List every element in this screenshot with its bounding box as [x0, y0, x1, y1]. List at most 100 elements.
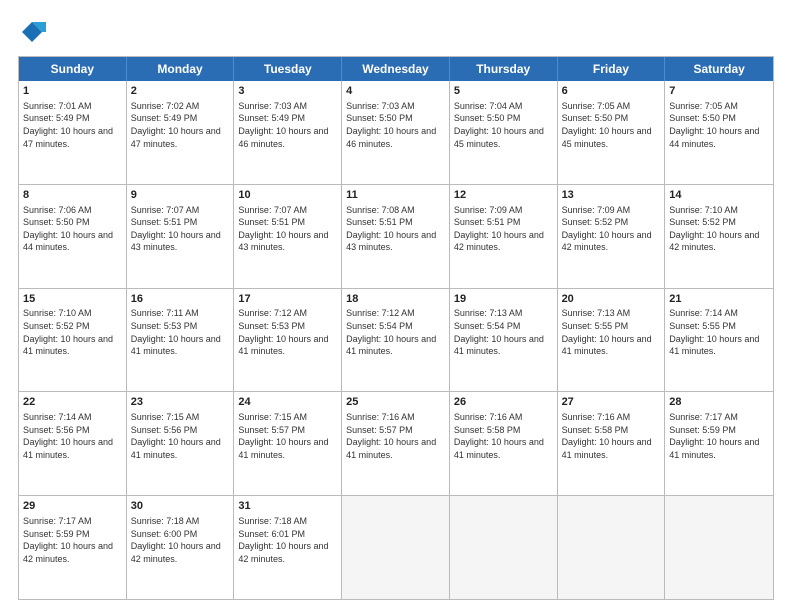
- calendar-cell-1-6: 6Sunrise: 7:05 AM Sunset: 5:50 PM Daylig…: [558, 81, 666, 184]
- calendar-cell-1-1: 1Sunrise: 7:01 AM Sunset: 5:49 PM Daylig…: [19, 81, 127, 184]
- day-number: 25: [346, 395, 445, 410]
- day-number: 24: [238, 395, 337, 410]
- calendar-cell-3-4: 18Sunrise: 7:12 AM Sunset: 5:54 PM Dayli…: [342, 289, 450, 392]
- cell-info: Sunrise: 7:09 AM Sunset: 5:51 PM Dayligh…: [454, 204, 553, 254]
- cell-info: Sunrise: 7:11 AM Sunset: 5:53 PM Dayligh…: [131, 307, 230, 357]
- day-number: 14: [669, 188, 769, 203]
- cell-info: Sunrise: 7:16 AM Sunset: 5:58 PM Dayligh…: [562, 411, 661, 461]
- calendar-cell-1-2: 2Sunrise: 7:02 AM Sunset: 5:49 PM Daylig…: [127, 81, 235, 184]
- day-number: 22: [23, 395, 122, 410]
- cell-info: Sunrise: 7:14 AM Sunset: 5:56 PM Dayligh…: [23, 411, 122, 461]
- cell-info: Sunrise: 7:08 AM Sunset: 5:51 PM Dayligh…: [346, 204, 445, 254]
- cell-info: Sunrise: 7:12 AM Sunset: 5:54 PM Dayligh…: [346, 307, 445, 357]
- calendar-cell-2-6: 13Sunrise: 7:09 AM Sunset: 5:52 PM Dayli…: [558, 185, 666, 288]
- calendar-cell-5-4: [342, 496, 450, 599]
- header-monday: Monday: [127, 57, 235, 81]
- day-number: 12: [454, 188, 553, 203]
- day-number: 23: [131, 395, 230, 410]
- calendar-cell-1-5: 5Sunrise: 7:04 AM Sunset: 5:50 PM Daylig…: [450, 81, 558, 184]
- cell-info: Sunrise: 7:01 AM Sunset: 5:49 PM Dayligh…: [23, 100, 122, 150]
- cell-info: Sunrise: 7:12 AM Sunset: 5:53 PM Dayligh…: [238, 307, 337, 357]
- calendar-cell-2-4: 11Sunrise: 7:08 AM Sunset: 5:51 PM Dayli…: [342, 185, 450, 288]
- day-number: 2: [131, 84, 230, 99]
- calendar-cell-3-6: 20Sunrise: 7:13 AM Sunset: 5:55 PM Dayli…: [558, 289, 666, 392]
- cell-info: Sunrise: 7:16 AM Sunset: 5:57 PM Dayligh…: [346, 411, 445, 461]
- calendar-header: Sunday Monday Tuesday Wednesday Thursday…: [19, 57, 773, 81]
- cell-info: Sunrise: 7:03 AM Sunset: 5:50 PM Dayligh…: [346, 100, 445, 150]
- calendar-week-1: 1Sunrise: 7:01 AM Sunset: 5:49 PM Daylig…: [19, 81, 773, 185]
- day-number: 29: [23, 499, 122, 514]
- cell-info: Sunrise: 7:05 AM Sunset: 5:50 PM Dayligh…: [669, 100, 769, 150]
- cell-info: Sunrise: 7:17 AM Sunset: 5:59 PM Dayligh…: [23, 515, 122, 565]
- cell-info: Sunrise: 7:10 AM Sunset: 5:52 PM Dayligh…: [23, 307, 122, 357]
- day-number: 18: [346, 292, 445, 307]
- day-number: 3: [238, 84, 337, 99]
- cell-info: Sunrise: 7:14 AM Sunset: 5:55 PM Dayligh…: [669, 307, 769, 357]
- logo: [18, 18, 48, 46]
- day-number: 4: [346, 84, 445, 99]
- cell-info: Sunrise: 7:15 AM Sunset: 5:56 PM Dayligh…: [131, 411, 230, 461]
- calendar-cell-5-5: [450, 496, 558, 599]
- calendar-cell-3-7: 21Sunrise: 7:14 AM Sunset: 5:55 PM Dayli…: [665, 289, 773, 392]
- calendar-cell-2-7: 14Sunrise: 7:10 AM Sunset: 5:52 PM Dayli…: [665, 185, 773, 288]
- cell-info: Sunrise: 7:10 AM Sunset: 5:52 PM Dayligh…: [669, 204, 769, 254]
- day-number: 6: [562, 84, 661, 99]
- calendar-week-2: 8Sunrise: 7:06 AM Sunset: 5:50 PM Daylig…: [19, 185, 773, 289]
- header-sunday: Sunday: [19, 57, 127, 81]
- calendar-page: Sunday Monday Tuesday Wednesday Thursday…: [0, 0, 792, 612]
- day-number: 21: [669, 292, 769, 307]
- calendar-cell-2-5: 12Sunrise: 7:09 AM Sunset: 5:51 PM Dayli…: [450, 185, 558, 288]
- calendar-cell-4-5: 26Sunrise: 7:16 AM Sunset: 5:58 PM Dayli…: [450, 392, 558, 495]
- calendar-cell-4-3: 24Sunrise: 7:15 AM Sunset: 5:57 PM Dayli…: [234, 392, 342, 495]
- cell-info: Sunrise: 7:18 AM Sunset: 6:01 PM Dayligh…: [238, 515, 337, 565]
- day-number: 26: [454, 395, 553, 410]
- day-number: 11: [346, 188, 445, 203]
- cell-info: Sunrise: 7:02 AM Sunset: 5:49 PM Dayligh…: [131, 100, 230, 150]
- calendar-cell-1-3: 3Sunrise: 7:03 AM Sunset: 5:49 PM Daylig…: [234, 81, 342, 184]
- day-number: 8: [23, 188, 122, 203]
- calendar-cell-3-1: 15Sunrise: 7:10 AM Sunset: 5:52 PM Dayli…: [19, 289, 127, 392]
- cell-info: Sunrise: 7:13 AM Sunset: 5:55 PM Dayligh…: [562, 307, 661, 357]
- day-number: 7: [669, 84, 769, 99]
- cell-info: Sunrise: 7:15 AM Sunset: 5:57 PM Dayligh…: [238, 411, 337, 461]
- header-wednesday: Wednesday: [342, 57, 450, 81]
- calendar-cell-5-1: 29Sunrise: 7:17 AM Sunset: 5:59 PM Dayli…: [19, 496, 127, 599]
- day-number: 31: [238, 499, 337, 514]
- cell-info: Sunrise: 7:07 AM Sunset: 5:51 PM Dayligh…: [238, 204, 337, 254]
- calendar-cell-3-2: 16Sunrise: 7:11 AM Sunset: 5:53 PM Dayli…: [127, 289, 235, 392]
- calendar-cell-1-4: 4Sunrise: 7:03 AM Sunset: 5:50 PM Daylig…: [342, 81, 450, 184]
- day-number: 5: [454, 84, 553, 99]
- calendar-week-3: 15Sunrise: 7:10 AM Sunset: 5:52 PM Dayli…: [19, 289, 773, 393]
- header-saturday: Saturday: [665, 57, 773, 81]
- header-tuesday: Tuesday: [234, 57, 342, 81]
- day-number: 27: [562, 395, 661, 410]
- cell-info: Sunrise: 7:06 AM Sunset: 5:50 PM Dayligh…: [23, 204, 122, 254]
- header-thursday: Thursday: [450, 57, 558, 81]
- header: [18, 18, 774, 46]
- cell-info: Sunrise: 7:17 AM Sunset: 5:59 PM Dayligh…: [669, 411, 769, 461]
- logo-icon: [18, 18, 46, 46]
- day-number: 19: [454, 292, 553, 307]
- cell-info: Sunrise: 7:09 AM Sunset: 5:52 PM Dayligh…: [562, 204, 661, 254]
- calendar-cell-2-3: 10Sunrise: 7:07 AM Sunset: 5:51 PM Dayli…: [234, 185, 342, 288]
- calendar-cell-5-6: [558, 496, 666, 599]
- calendar-cell-5-2: 30Sunrise: 7:18 AM Sunset: 6:00 PM Dayli…: [127, 496, 235, 599]
- calendar-cell-4-6: 27Sunrise: 7:16 AM Sunset: 5:58 PM Dayli…: [558, 392, 666, 495]
- calendar-cell-4-7: 28Sunrise: 7:17 AM Sunset: 5:59 PM Dayli…: [665, 392, 773, 495]
- header-friday: Friday: [558, 57, 666, 81]
- day-number: 20: [562, 292, 661, 307]
- calendar-cell-5-3: 31Sunrise: 7:18 AM Sunset: 6:01 PM Dayli…: [234, 496, 342, 599]
- calendar-cell-1-7: 7Sunrise: 7:05 AM Sunset: 5:50 PM Daylig…: [665, 81, 773, 184]
- day-number: 28: [669, 395, 769, 410]
- cell-info: Sunrise: 7:07 AM Sunset: 5:51 PM Dayligh…: [131, 204, 230, 254]
- calendar-cell-3-3: 17Sunrise: 7:12 AM Sunset: 5:53 PM Dayli…: [234, 289, 342, 392]
- day-number: 16: [131, 292, 230, 307]
- cell-info: Sunrise: 7:13 AM Sunset: 5:54 PM Dayligh…: [454, 307, 553, 357]
- calendar-cell-5-7: [665, 496, 773, 599]
- calendar-week-4: 22Sunrise: 7:14 AM Sunset: 5:56 PM Dayli…: [19, 392, 773, 496]
- calendar-cell-4-2: 23Sunrise: 7:15 AM Sunset: 5:56 PM Dayli…: [127, 392, 235, 495]
- calendar-body: 1Sunrise: 7:01 AM Sunset: 5:49 PM Daylig…: [19, 81, 773, 599]
- day-number: 1: [23, 84, 122, 99]
- day-number: 30: [131, 499, 230, 514]
- day-number: 15: [23, 292, 122, 307]
